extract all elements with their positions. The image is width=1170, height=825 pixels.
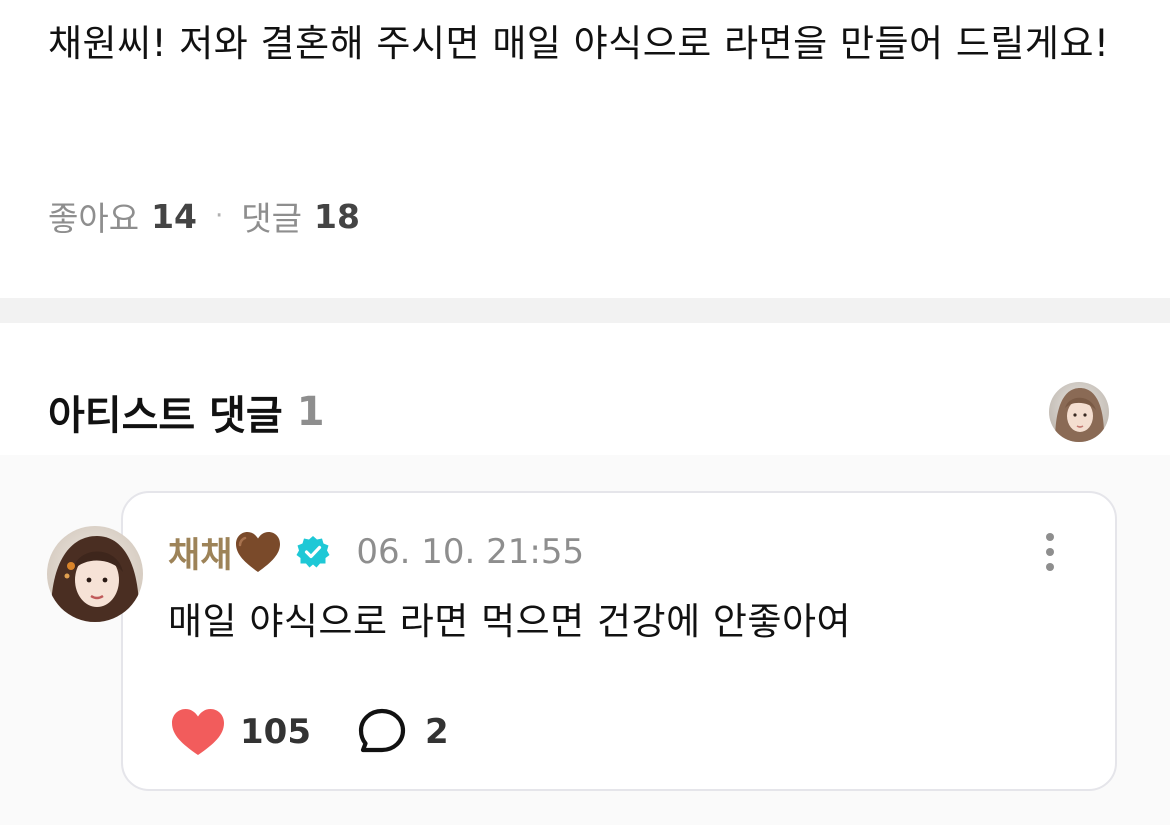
post-stats: 좋아요 14 · 댓글 18 bbox=[48, 192, 360, 240]
artist-comments-header: 아티스트 댓글 1 bbox=[48, 384, 325, 440]
like-count: 105 bbox=[240, 712, 311, 752]
artist-comments-title: 아티스트 댓글 bbox=[48, 393, 283, 439]
comment-text: 매일 야식으로 라면 먹으면 건강에 안좋아여 bbox=[168, 600, 852, 643]
brown-heart-icon bbox=[236, 532, 281, 572]
comments-label[interactable]: 댓글 bbox=[241, 192, 302, 240]
artist-avatar[interactable] bbox=[1049, 382, 1109, 442]
artist-avatar-image bbox=[1049, 382, 1109, 442]
section-divider bbox=[0, 298, 1170, 323]
verified-badge-icon bbox=[296, 536, 330, 568]
comment-author-name[interactable]: 채채 bbox=[168, 527, 232, 578]
stats-separator: · bbox=[215, 201, 224, 231]
likes-count[interactable]: 14 bbox=[151, 197, 197, 236]
comments-count[interactable]: 18 bbox=[314, 197, 360, 236]
more-vertical-icon[interactable] bbox=[1040, 532, 1060, 572]
heart-icon[interactable] bbox=[170, 707, 226, 757]
comment-actions: 105 2 bbox=[170, 704, 449, 760]
artist-comments-count: 1 bbox=[296, 389, 325, 435]
comment-timestamp: 06. 10. 21:55 bbox=[356, 532, 585, 572]
comment-author-avatar-image bbox=[47, 526, 143, 622]
reply-bubble-icon[interactable] bbox=[357, 707, 407, 757]
likes-label[interactable]: 좋아요 bbox=[48, 192, 139, 240]
post-text: 채원씨! 저와 결혼해 주시면 매일 야식으로 라면을 만들어 드릴게요! bbox=[48, 22, 1110, 65]
reply-count: 2 bbox=[424, 712, 449, 752]
comment-author-avatar[interactable] bbox=[47, 526, 143, 622]
comment-meta: 채채 06. 10. 21:55 bbox=[168, 528, 584, 576]
